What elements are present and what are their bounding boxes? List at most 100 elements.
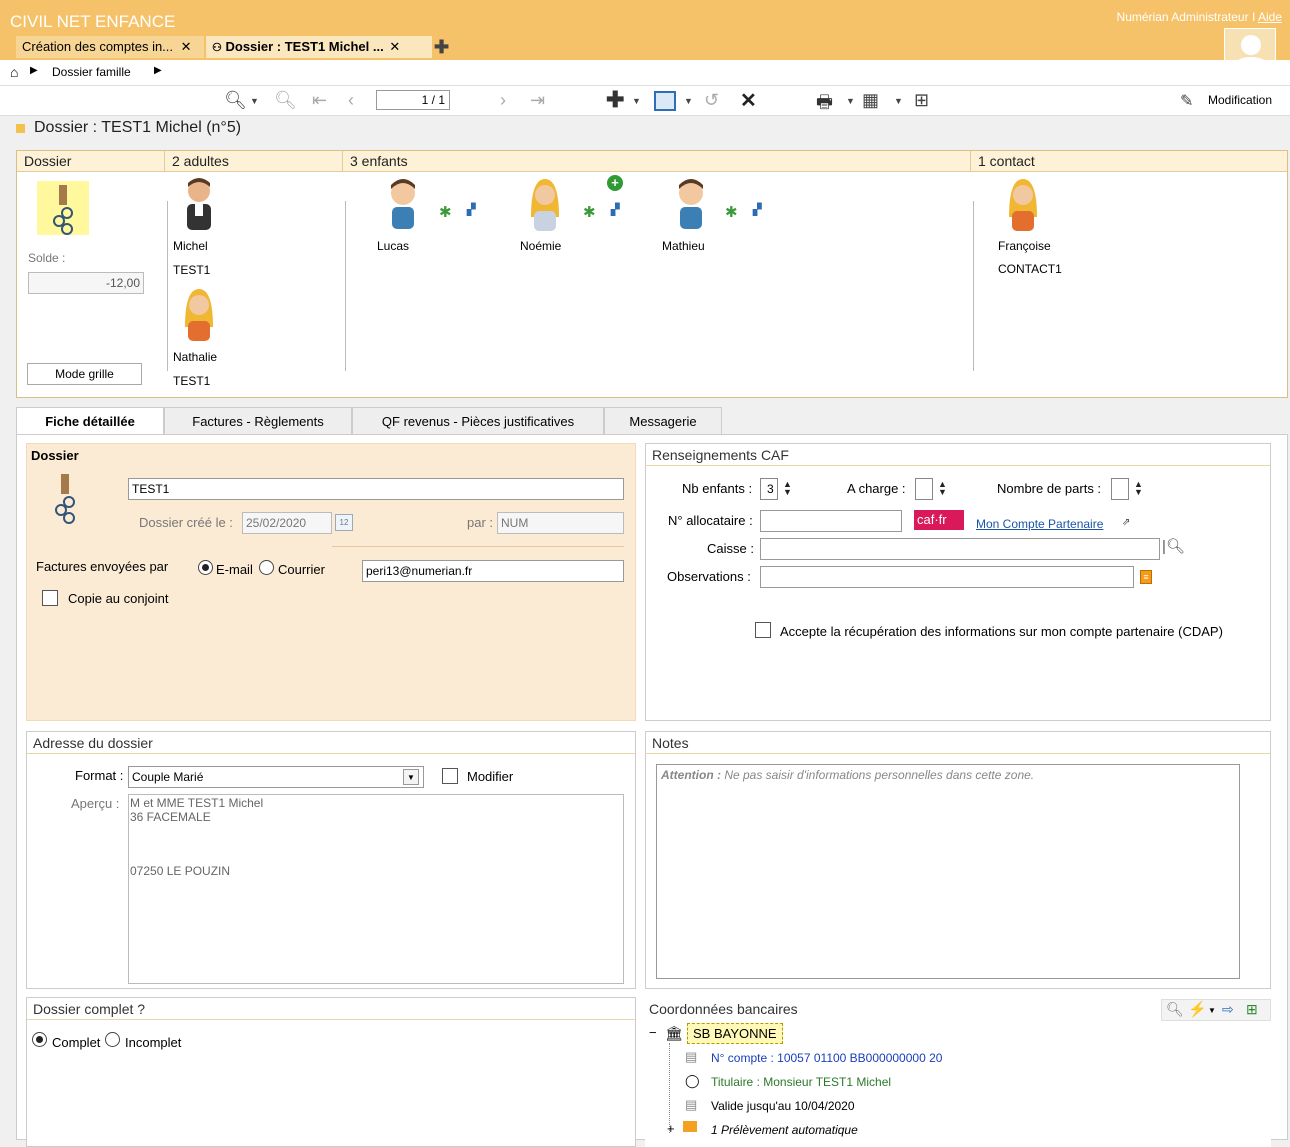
table-icon[interactable]: ⊞: [1246, 1001, 1258, 1018]
home-icon[interactable]: ⌂: [10, 64, 18, 80]
abc-icon[interactable]: ▞: [611, 203, 619, 216]
abc-icon[interactable]: ▞: [467, 203, 475, 216]
address-line: 07250 LE POUZIN: [130, 864, 231, 878]
adult-first-name[interactable]: Nathalie: [173, 350, 217, 364]
breadcrumb-item[interactable]: Dossier famille: [52, 65, 131, 79]
address-line: M et MME TEST1 Michel: [130, 796, 264, 810]
allocataire-input[interactable]: [760, 510, 902, 532]
tab-qf-revenus[interactable]: QF revenus - Pièces justificatives: [352, 407, 604, 435]
child-first-name[interactable]: Noémie: [520, 239, 561, 253]
tab-factures-reglements[interactable]: Factures - Règlements: [164, 407, 352, 435]
spinner-arrows-icon[interactable]: ▲ ▼: [783, 480, 792, 497]
close-icon[interactable]: ✕: [181, 39, 192, 54]
next-page-icon[interactable]: ›: [500, 90, 506, 111]
caisse-input[interactable]: [760, 538, 1160, 560]
dossier-name-input[interactable]: TEST1: [128, 478, 624, 500]
user-name[interactable]: Numérian Administrateur: [1117, 10, 1249, 24]
adult-first-name[interactable]: Michel: [173, 239, 208, 253]
child-first-name[interactable]: Mathieu: [662, 239, 705, 253]
spinner-arrows-icon[interactable]: ▲ ▼: [938, 480, 947, 497]
child-avatar-noemie[interactable]: [527, 177, 563, 236]
tab-dossier-test1[interactable]: ⚇ Dossier : TEST1 Michel ... ✕: [206, 36, 432, 58]
par-label: par :: [467, 515, 494, 530]
first-page-icon[interactable]: ⇤: [312, 90, 327, 111]
boy-avatar-icon: [679, 179, 703, 229]
user-menu: Numérian Administrateur I Aide: [1116, 10, 1282, 24]
add-circle-icon[interactable]: +: [607, 175, 623, 191]
puzzle-icon[interactable]: ✱: [725, 203, 738, 221]
chevron-down-icon[interactable]: ▼: [684, 96, 693, 106]
undo-icon[interactable]: ↺: [704, 90, 719, 111]
collapse-icon[interactable]: −: [649, 1025, 657, 1040]
child-first-name[interactable]: Lucas: [377, 239, 409, 253]
notes-textarea[interactable]: Attention : Ne pas saisir d'informations…: [656, 764, 1240, 979]
chevron-down-icon[interactable]: ▼: [403, 769, 419, 785]
search-icon[interactable]: 🔍︎: [224, 90, 247, 111]
page-title: Dossier : TEST1 Michel (n°5): [34, 119, 242, 136]
nb-parts-spinner[interactable]: [1111, 478, 1129, 500]
grid-view-icon[interactable]: ⊞: [914, 90, 929, 111]
export-icon[interactable]: ⇨: [1222, 1001, 1234, 1018]
chevron-down-icon[interactable]: ▼: [846, 96, 855, 106]
last-page-icon[interactable]: ⇥: [530, 90, 545, 111]
prelevement-line[interactable]: 1 Prélèvement automatique: [711, 1123, 858, 1137]
incomplet-radio[interactable]: [105, 1032, 120, 1047]
format-select[interactable]: Couple Marié: [128, 766, 424, 788]
mode-grille-button[interactable]: Mode grille: [27, 363, 142, 385]
boy-avatar-icon: [391, 179, 415, 229]
expand-icon[interactable]: +: [667, 1121, 675, 1136]
abc-icon[interactable]: ▞: [753, 203, 761, 216]
complet-radio[interactable]: [32, 1032, 47, 1047]
puzzle-icon[interactable]: ✱: [583, 203, 596, 221]
close-icon[interactable]: ✕: [389, 39, 400, 54]
save-icon[interactable]: [654, 91, 676, 111]
bank-name[interactable]: SB BAYONNE: [687, 1023, 783, 1044]
chevron-down-icon[interactable]: ▼: [632, 96, 641, 106]
spinner-arrows-icon[interactable]: ▲ ▼: [1134, 480, 1143, 497]
export-icon[interactable]: ▦: [862, 90, 879, 111]
man-avatar-icon: [187, 178, 211, 230]
nb-enfants-spinner[interactable]: 3: [760, 478, 778, 500]
a-charge-spinner[interactable]: [915, 478, 933, 500]
external-link-icon[interactable]: ⇗: [1122, 517, 1130, 528]
search-icon[interactable]: |🔍︎: [1162, 537, 1185, 555]
chevron-down-icon[interactable]: ▼: [1208, 1006, 1216, 1015]
email-input[interactable]: peri13@numerian.fr: [362, 560, 624, 582]
modifier-checkbox[interactable]: [442, 768, 458, 784]
chevron-down-icon[interactable]: ▼: [250, 96, 259, 106]
child-avatar-mathieu[interactable]: [673, 177, 709, 236]
contact-avatar[interactable]: [1005, 177, 1041, 236]
page-number-input[interactable]: 1 / 1: [376, 90, 450, 110]
cdap-checkbox[interactable]: [755, 622, 771, 638]
search-icon[interactable]: 🔍︎: [1166, 1001, 1184, 1018]
adult-avatar-michel[interactable]: [181, 177, 217, 236]
puzzle-icon[interactable]: ✱: [439, 203, 452, 221]
add-tab-icon[interactable]: ✚: [434, 37, 449, 58]
woman-avatar-icon: [1009, 179, 1037, 231]
observations-input[interactable]: [760, 566, 1134, 588]
courrier-radio[interactable]: [259, 560, 274, 575]
notes-icon[interactable]: ≡: [1140, 570, 1152, 584]
calendar-icon[interactable]: 12: [335, 514, 353, 531]
bank-panel: Coordonnées bancaires 🔍︎ ⚡ ▼ ⇨ ⊞ − 🏛︎ SB…: [645, 997, 1271, 1147]
prev-page-icon[interactable]: ‹: [348, 90, 354, 111]
complet-panel: Dossier complet ? Complet Incomplet: [26, 997, 636, 1147]
tab-fiche-detaillee[interactable]: Fiche détaillée: [16, 407, 164, 435]
email-radio[interactable]: [198, 560, 213, 575]
caf-logo[interactable]: caf·fr: [914, 510, 964, 530]
detail-content: Dossier TEST1 Dossier créé le : 25/02/20…: [16, 434, 1288, 1147]
cancel-icon[interactable]: ✕: [740, 88, 757, 113]
family-tree-icon[interactable]: [37, 181, 89, 235]
tab-messagerie[interactable]: Messagerie: [604, 407, 722, 435]
chevron-down-icon[interactable]: ▼: [894, 96, 903, 106]
add-icon[interactable]: ✚: [606, 87, 624, 113]
help-link[interactable]: Aide: [1258, 10, 1282, 24]
contact-first-name[interactable]: Françoise: [998, 239, 1051, 253]
adult-avatar-nathalie[interactable]: [181, 287, 217, 346]
person-icon: ◯: [685, 1073, 700, 1088]
mon-compte-link[interactable]: Mon Compte Partenaire: [976, 517, 1103, 531]
tab-creation-comptes[interactable]: Création des comptes in... ✕: [16, 36, 204, 58]
copie-conjoint-checkbox[interactable]: [42, 590, 58, 606]
child-avatar-lucas[interactable]: [385, 177, 421, 236]
lightning-icon[interactable]: ⚡: [1188, 1000, 1207, 1018]
